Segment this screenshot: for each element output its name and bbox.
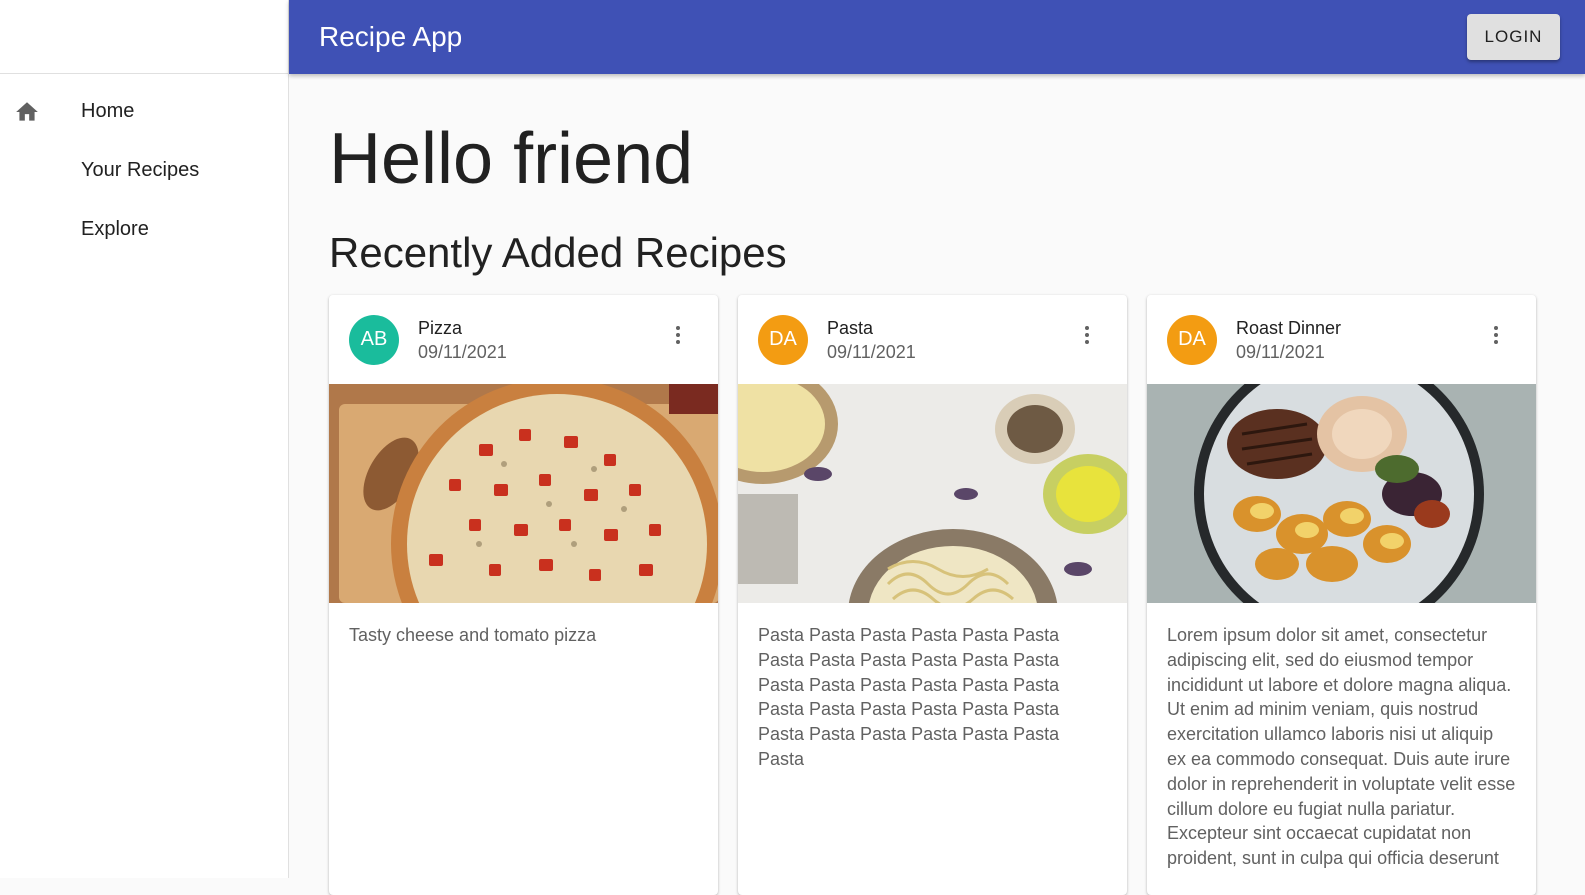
sidebar-header (0, 0, 288, 74)
nav-list: Home Your Recipes Explore (0, 74, 288, 259)
avatar: DA (1167, 314, 1217, 365)
card-meta: Roast Dinner 09/11/2021 (1236, 316, 1341, 364)
sidebar-item-home[interactable]: Home (0, 82, 288, 141)
login-button[interactable]: LOGIN (1467, 14, 1560, 60)
card-meta: Pizza 09/11/2021 (418, 316, 507, 364)
main-content: Hello friend Recently Added Recipes AB P… (289, 74, 1585, 895)
recipe-card[interactable]: DA Roast Dinner 09/11/2021 Lorem ipsum d… (1147, 295, 1536, 895)
app-bar: Recipe App LOGIN (289, 0, 1585, 74)
sidebar-item-label: Your Recipes (81, 159, 200, 181)
avatar: AB (349, 314, 399, 365)
app-title: Recipe App (319, 21, 463, 52)
card-description: Lorem ipsum dolor sit amet, consectetur … (1167, 625, 1516, 869)
recipe-card-list: AB Pizza 09/11/2021 Tasty cheese and tom… (329, 295, 1536, 895)
card-date: 09/11/2021 (1236, 341, 1325, 362)
card-title: Roast Dinner (1236, 317, 1342, 338)
sidebar: Home Your Recipes Explore (0, 0, 289, 878)
recipe-card[interactable]: AB Pizza 09/11/2021 Tasty cheese and tom… (329, 295, 718, 895)
card-header: AB Pizza 09/11/2021 (329, 295, 718, 384)
more-vert-icon[interactable] (1075, 323, 1099, 347)
page-title: Hello friend (329, 119, 694, 199)
sidebar-item-label: Home (81, 100, 135, 122)
recipe-card[interactable]: DA Pasta 09/11/2021 Pasta Pasta Pasta Pa… (738, 295, 1127, 895)
sidebar-item-label: Explore (81, 218, 149, 240)
card-header: DA Pasta 09/11/2021 (738, 295, 1127, 384)
more-vert-icon[interactable] (1484, 323, 1508, 347)
card-description: Pasta Pasta Pasta Pasta Pasta Pasta Past… (758, 625, 1060, 769)
card-title: Pizza (418, 317, 463, 338)
home-icon (16, 101, 38, 121)
avatar: DA (758, 314, 808, 365)
card-date: 09/11/2021 (418, 341, 507, 362)
card-meta: Pasta 09/11/2021 (827, 316, 916, 364)
card-description: Tasty cheese and tomato pizza (349, 625, 597, 645)
card-title: Pasta (827, 317, 874, 338)
card-header: DA Roast Dinner 09/11/2021 (1147, 295, 1536, 384)
more-vert-icon[interactable] (666, 323, 690, 347)
card-date: 09/11/2021 (827, 341, 916, 362)
sidebar-item-explore[interactable]: Explore (0, 200, 288, 259)
sidebar-item-your-recipes[interactable]: Your Recipes (0, 141, 288, 200)
pasta-image (738, 384, 1127, 603)
roast-dinner-image (1147, 384, 1536, 603)
pizza-image (329, 384, 718, 603)
section-title: Recently Added Recipes (329, 229, 787, 276)
